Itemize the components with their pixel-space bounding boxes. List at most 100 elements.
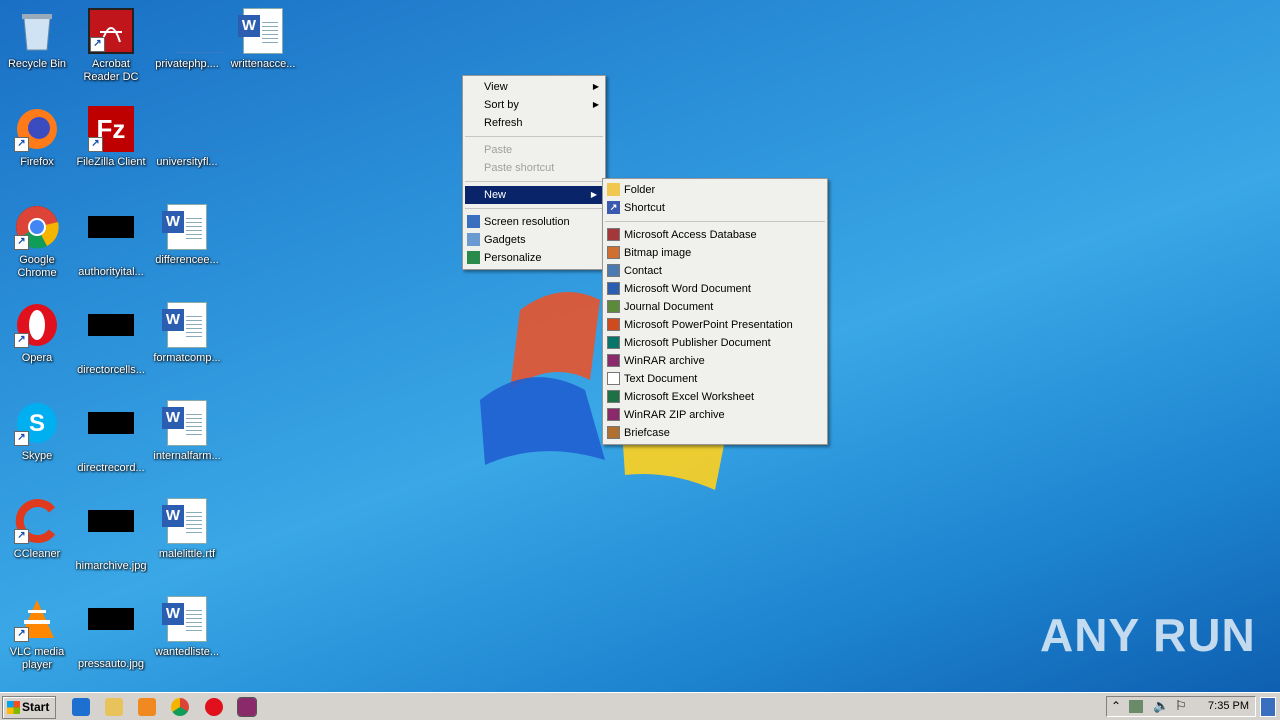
filezilla-icon: Fz ↗ <box>88 106 134 152</box>
submenu-item-paint[interactable]: Bitmap image <box>603 244 827 262</box>
submenu-item-access[interactable]: Microsoft Access Database <box>603 226 827 244</box>
submenu-item-publisher[interactable]: Microsoft Publisher Document <box>603 334 827 352</box>
menu-item-sort-by[interactable]: Sort by ▶ <box>463 96 605 114</box>
explorer-icon[interactable] <box>105 698 123 716</box>
menu-item-new[interactable]: New ▶ <box>465 186 603 204</box>
monitor-icon <box>467 215 480 228</box>
desktop-icon-firefox[interactable]: ↗ Firefox <box>0 106 74 169</box>
menu-item-label: Contact <box>624 265 662 277</box>
desktop-icon-filezilla[interactable]: Fz ↗ FileZilla Client <box>74 106 148 169</box>
desktop-icon-label: VLC media player <box>9 646 65 671</box>
menu-item-paste: Paste <box>463 141 605 159</box>
opera-icon: ↗ <box>14 302 60 348</box>
desktop-icon-ccleaner[interactable]: ↗ CCleaner <box>0 498 74 561</box>
submenu-item-contact[interactable]: Contact <box>603 262 827 280</box>
action-center-flag-icon[interactable]: ⚐ <box>1175 698 1187 714</box>
submenu-item-winrar[interactable]: WinRAR archive <box>603 352 827 370</box>
desktop-icon-label: directrecord... <box>77 462 145 474</box>
skype-icon: S ↗ <box>14 400 60 446</box>
image-file-icon <box>88 216 134 262</box>
submenu-item-briefcase[interactable]: Briefcase <box>603 424 827 442</box>
menu-item-label: Microsoft Word Document <box>624 283 751 295</box>
desktop-icon-label: internalfarm... <box>153 450 221 462</box>
start-label: Start <box>22 700 50 714</box>
word-doc-icon: W <box>162 498 207 544</box>
blank-file-icon <box>164 106 222 152</box>
briefcase-icon <box>607 426 620 439</box>
desktop-icon-authorityital[interactable]: authorityital... <box>74 204 148 279</box>
menu-item-label: Folder <box>624 184 656 196</box>
desktop-icon-label: CCleaner <box>13 548 61 560</box>
menu-item-view[interactable]: View ▶ <box>463 78 605 96</box>
submenu-item-folder[interactable]: Folder <box>603 181 827 199</box>
submenu-item-shortcut[interactable]: ↗ Shortcut <box>603 199 827 217</box>
menu-item-gadgets[interactable]: Gadgets <box>463 231 605 249</box>
desktop-icon-formatcomp[interactable]: W formatcomp... <box>150 302 224 365</box>
menu-item-refresh[interactable]: Refresh <box>463 114 605 132</box>
submenu-item-powerpoint[interactable]: Microsoft PowerPoint Presentation <box>603 316 827 334</box>
submenu-item-text-doc[interactable]: Text Document <box>603 370 827 388</box>
submenu-item-word[interactable]: Microsoft Word Document <box>603 280 827 298</box>
submenu-item-journal[interactable]: Journal Document <box>603 298 827 316</box>
windows-logo-icon <box>7 701 20 714</box>
paint-icon <box>607 246 620 259</box>
desktop-icon-label: Firefox <box>20 156 54 168</box>
new-submenu: Folder ↗ Shortcut Microsoft Access Databa… <box>602 178 828 445</box>
submenu-item-excel[interactable]: Microsoft Excel Worksheet <box>603 388 827 406</box>
submenu-arrow-icon: ▶ <box>590 190 597 199</box>
desktop-icon-writtenacce[interactable]: W writtenacce... <box>226 8 300 71</box>
personalize-icon <box>467 251 480 264</box>
menu-item-screen-resolution[interactable]: Screen resolution <box>463 213 605 231</box>
contact-icon <box>607 264 620 277</box>
anyrun-watermark: ANY RUN <box>1040 609 1256 661</box>
desktop-icon-skype[interactable]: S ↗ Skype <box>0 400 74 463</box>
submenu-item-winrar-zip[interactable]: WinRAR ZIP archive <box>603 406 827 424</box>
desktop-icon-label: Skype <box>21 450 53 462</box>
media-player-icon[interactable] <box>138 698 156 716</box>
desktop-icon-privatephp[interactable]: privatephp.... <box>150 8 224 71</box>
menu-item-label: Bitmap image <box>624 247 692 259</box>
powerpoint-icon <box>607 318 620 331</box>
desktop-icon-vlc[interactable]: ↗ VLC media player <box>0 596 74 672</box>
desktop-icon-opera[interactable]: ↗ Opera <box>0 302 74 365</box>
menu-item-label: Microsoft Access Database <box>624 229 757 241</box>
menu-separator <box>465 208 603 209</box>
menu-item-label: Microsoft Excel Worksheet <box>624 391 755 403</box>
image-file-icon <box>88 314 134 360</box>
desktop-icon-malelittle[interactable]: W malelittle.rtf <box>150 498 224 561</box>
desktop-icon-differencee[interactable]: W differencee... <box>150 204 224 267</box>
desktop-icon-directrecord[interactable]: directrecord... <box>74 400 148 475</box>
desktop-icon-label: authorityital... <box>78 266 144 278</box>
desktop-icon-chrome[interactable]: ↗ Google Chrome <box>0 204 74 280</box>
desktop-icon-acrobat[interactable]: ↗ Acrobat Reader DC <box>74 8 148 84</box>
menu-item-personalize[interactable]: Personalize <box>463 249 605 267</box>
chrome-taskbar-icon[interactable] <box>171 698 189 716</box>
submenu-arrow-icon: ▶ <box>592 100 599 109</box>
start-button[interactable]: Start <box>2 696 56 719</box>
desktop-icon-himarchive[interactable]: himarchive.jpg <box>74 498 148 573</box>
menu-separator <box>605 221 825 222</box>
access-icon <box>607 228 620 241</box>
desktop-icon-recycle-bin[interactable]: Recycle Bin <box>0 8 74 71</box>
clock[interactable]: 7:35 PM <box>1208 700 1249 712</box>
volume-icon[interactable]: 🔈 <box>1153 698 1169 714</box>
network-icon[interactable] <box>1129 700 1143 713</box>
desktop-icon-directorcells[interactable]: directorcells... <box>74 302 148 377</box>
desktop-icon-internalfarm[interactable]: W internalfarm... <box>150 400 224 463</box>
desktop-icon-wantedliste[interactable]: W wantedliste... <box>150 596 224 659</box>
desktop[interactable]: Recycle Bin ↗ Acrobat Reader DC privatep… <box>0 0 1280 692</box>
show-desktop-button[interactable] <box>1260 697 1276 717</box>
word-doc-icon: W <box>238 8 283 54</box>
word-doc-icon: W <box>162 204 207 250</box>
desktop-icon-universityfl[interactable]: universityfl... <box>150 106 224 169</box>
desktop-icon-pressauto[interactable]: pressauto.jpg <box>74 596 148 671</box>
desktop-icon-label: directorcells... <box>77 364 145 376</box>
winrar-taskbar-icon[interactable] <box>237 697 257 717</box>
opera-taskbar-icon[interactable] <box>205 698 223 716</box>
ie-icon[interactable] <box>72 698 90 716</box>
show-hidden-icons-icon[interactable]: ⌃ <box>1111 699 1121 713</box>
image-file-icon <box>88 510 134 556</box>
desktop-icon-label: malelittle.rtf <box>158 548 216 560</box>
desktop-icon-label: universityfl... <box>156 156 218 168</box>
desktop-icon-label: pressauto.jpg <box>77 658 145 670</box>
